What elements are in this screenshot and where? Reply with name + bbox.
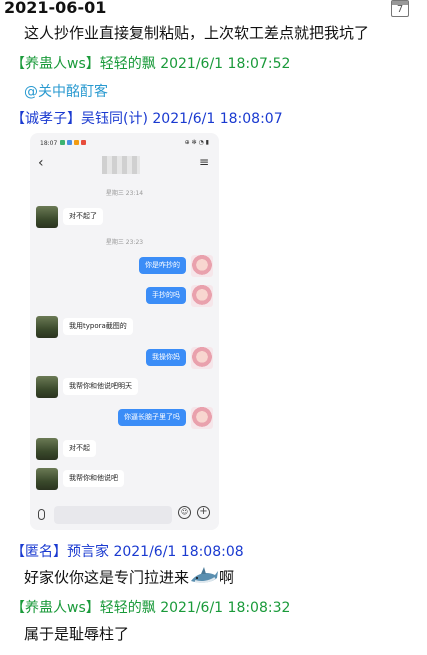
chat-bubble: 你是咋抄的 [139, 257, 186, 274]
message-text: 属于是耻辱柱了 [24, 625, 130, 643]
sender-line: 【养蛊人ws】轻轻的飘 2021/6/1 18:07:52 [11, 53, 290, 73]
chat-bubble: 手抄的吗 [146, 287, 186, 304]
sender-line: 【匿名】预言家 2021/6/1 18:08:08 [11, 541, 244, 561]
calendar-day: 7 [396, 4, 404, 15]
phone-status-time: 18:07 [40, 140, 58, 147]
phone-input-bar: ☺ + [30, 502, 219, 530]
message-text: 这人抄作业直接复制粘贴，上次软工差点就把我坑了 [24, 24, 370, 42]
sender-tag: 【养蛊人ws】 [11, 600, 100, 616]
avatar [191, 255, 213, 277]
microphone-icon [38, 509, 45, 520]
sender-tag: 【诚孝子】 [11, 111, 81, 127]
chat-bubble: 我帮你和他说吧明天 [63, 378, 138, 395]
chat-bubble: 你逼长脑子里了吗 [118, 409, 186, 426]
avatar [191, 347, 213, 369]
sender-line: 【诚孝子】吴钰同(计) 2021/6/1 18:08:07 [11, 108, 283, 128]
message-time: 2021/6/1 18:08:32 [160, 600, 291, 616]
avatar [36, 438, 58, 460]
sender-tag: 【匿名】 [11, 544, 67, 560]
menu-icon: ≡ [198, 155, 209, 169]
message-time: 2021/6/1 18:08:07 [152, 111, 283, 127]
plus-icon: + [197, 506, 210, 519]
emoji-icon: ☺ [178, 506, 191, 519]
message-time: 2021/6/1 18:07:52 [160, 56, 291, 72]
sender-name[interactable]: 轻轻的飘 [100, 600, 156, 616]
message-time: 2021/6/1 18:08:08 [113, 544, 244, 560]
sender-name[interactable]: 吴钰同(计) [81, 111, 148, 127]
chat-bubble: 我用typora截图的 [63, 318, 133, 335]
chat-bubble: 对不起 [63, 440, 96, 457]
sender-name[interactable]: 预言家 [67, 544, 109, 560]
avatar [191, 285, 213, 307]
blurred-contact-name [102, 156, 140, 174]
back-icon: ‹ [38, 155, 44, 171]
chat-bubble: 对不起了 [63, 208, 103, 225]
avatar [36, 316, 58, 338]
avatar [36, 468, 58, 490]
phone-status-bar: 18:07 ⊕ ✻ ◔ ▮ [30, 133, 219, 153]
phone-message-field [54, 506, 172, 524]
avatar [191, 407, 213, 429]
chat-timestamp: 星期三 23:23 [105, 239, 144, 246]
status-app-icons [60, 140, 88, 147]
mention-link[interactable]: @关中酩酊客 [24, 81, 108, 101]
chat-bubble: 我操你妈 [146, 349, 186, 366]
shark-sticker-icon [191, 567, 219, 583]
calendar-icon[interactable]: 7 [391, 0, 409, 17]
message-text-part: 好家伙你这是专门拉进来 [24, 568, 190, 587]
date-header: 2021-06-01 [4, 0, 107, 17]
message-text: 好家伙你这是专门拉进来 啊 [24, 565, 234, 591]
chat-screenshot-image[interactable]: 18:07 ⊕ ✻ ◔ ▮ ‹ ≡ 星期三 23:14 对不起了 星期三 23:… [30, 133, 219, 530]
message-text-part: 啊 [219, 568, 235, 587]
avatar [36, 376, 58, 398]
chat-bubble: 我帮你和他说吧 [63, 470, 124, 487]
sender-name[interactable]: 轻轻的飘 [100, 56, 156, 72]
sender-line: 【养蛊人ws】轻轻的飘 2021/6/1 18:08:32 [11, 597, 290, 617]
chat-timestamp: 星期三 23:14 [105, 190, 144, 197]
status-icons: ⊕ ✻ ◔ ▮ [184, 139, 209, 146]
avatar [36, 206, 58, 228]
phone-top-bar: ‹ ≡ [30, 153, 219, 179]
sender-tag: 【养蛊人ws】 [11, 56, 100, 72]
